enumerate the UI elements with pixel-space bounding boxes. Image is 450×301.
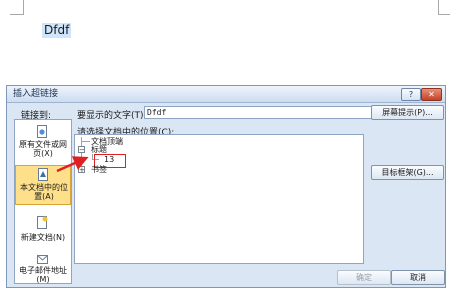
- nav-place-in-this-document[interactable]: 本文档中的位 置(A): [15, 165, 71, 205]
- document-place-icon: [38, 168, 48, 181]
- bookmarks-expand-toggle[interactable]: +: [78, 166, 85, 174]
- insert-hyperlink-dialog: 插入超链接 ? ✕ 链接到: 原有文件或网 页(X) 本文档中的位 置(A) 新…: [6, 85, 446, 288]
- document-selected-text[interactable]: Dfdf: [42, 23, 72, 38]
- nav-existing-file-or-webpage[interactable]: 原有文件或网 页(X): [15, 124, 71, 162]
- file-globe-icon: [37, 125, 47, 138]
- email-icon: [37, 255, 48, 264]
- ok-button[interactable]: 确定: [337, 270, 391, 285]
- page-corner-mark-left: [23, 0, 24, 14]
- close-button[interactable]: ✕: [421, 88, 442, 101]
- display-text-label: 要显示的文字(T):: [77, 111, 147, 121]
- link-to-pane: 原有文件或网 页(X) 本文档中的位 置(A) 新建文档(N) 电子邮件地址 (…: [14, 119, 72, 284]
- page-corner-mark-left-h: [10, 14, 24, 15]
- tree-line-top-branch: [82, 141, 90, 142]
- dialog-title: 插入超链接: [13, 89, 59, 99]
- tree-item-heading-13[interactable]: 13: [104, 155, 114, 164]
- nav-new-label: 新建文档(N): [20, 233, 66, 242]
- dialog-titlebar[interactable]: 插入超链接 ? ✕: [7, 86, 445, 103]
- page-corner-mark-right: [438, 0, 439, 14]
- screentip-button[interactable]: 屏幕提示(P)...: [371, 105, 444, 120]
- help-button[interactable]: ?: [401, 88, 421, 101]
- nav-existing-label-2: 页(X): [33, 149, 53, 158]
- new-document-icon: [37, 216, 48, 229]
- nav-email-address[interactable]: 电子邮件地址 (M): [15, 253, 71, 284]
- tree-item-headings[interactable]: 标题: [91, 145, 107, 154]
- nav-current-label-2: 置(A): [34, 192, 54, 201]
- headings-collapse-toggle[interactable]: −: [78, 146, 85, 154]
- nav-existing-label-1: 原有文件或网: [19, 140, 67, 149]
- nav-current-label-1: 本文档中的位: [20, 183, 68, 192]
- nav-email-label-2: (M): [36, 275, 50, 284]
- target-frame-button[interactable]: 目标框架(G)...: [371, 165, 444, 180]
- nav-create-new-document[interactable]: 新建文档(N): [15, 212, 71, 250]
- nav-email-label-1: 电子邮件地址: [19, 266, 67, 275]
- tree-item-bookmarks[interactable]: 书签: [91, 165, 107, 174]
- cancel-button[interactable]: 取消: [391, 270, 445, 285]
- display-text-input[interactable]: Dfdf: [144, 106, 372, 119]
- page-corner-mark-right-h: [438, 14, 450, 15]
- document-place-tree[interactable]: 文档顶端 − 标题 13 + 书签: [74, 134, 364, 264]
